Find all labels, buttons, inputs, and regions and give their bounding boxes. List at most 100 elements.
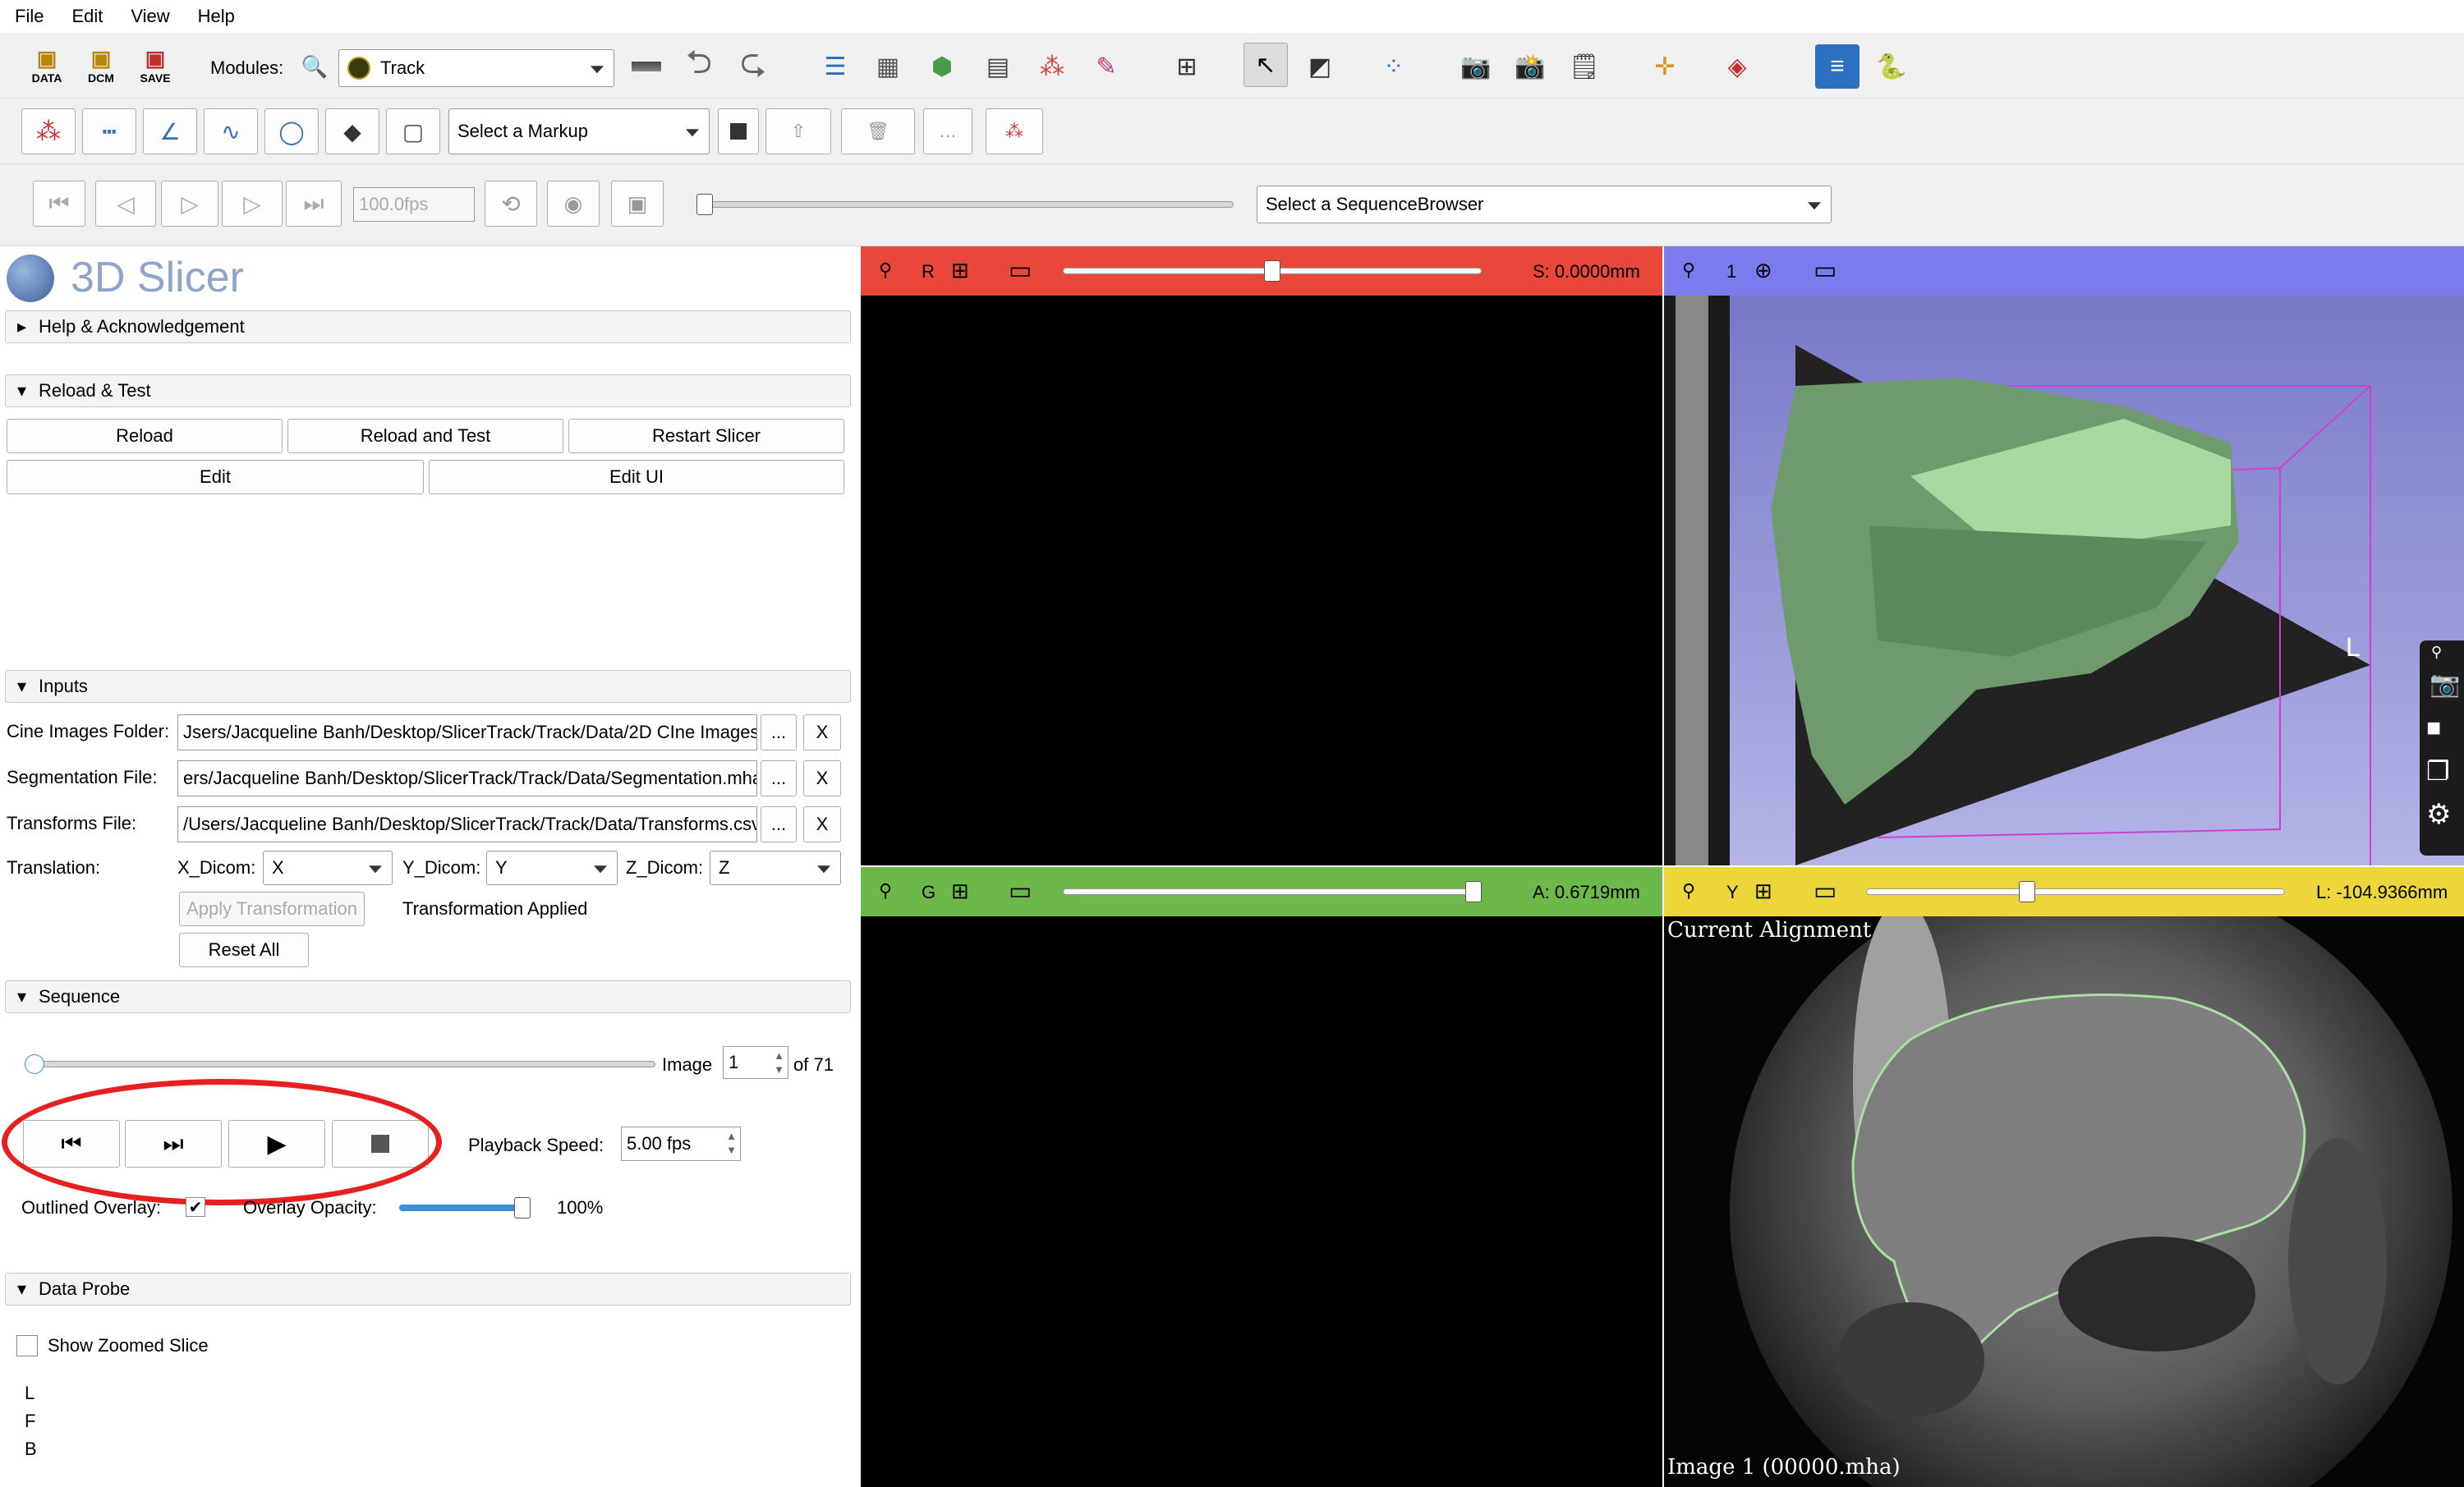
first-frame-icon[interactable]: ⏮ bbox=[33, 181, 85, 227]
delete-markup-icon[interactable]: 🗑 bbox=[841, 108, 915, 154]
scene-view-icon[interactable]: 📸 bbox=[1508, 44, 1552, 89]
edit-button[interactable]: Edit bbox=[7, 460, 424, 494]
image-spinbox[interactable]: 1 ▲ ▼ bbox=[723, 1046, 788, 1079]
gear-icon[interactable]: ⚙ bbox=[2426, 798, 2451, 831]
link-icon[interactable]: ⊞ bbox=[951, 258, 969, 283]
sequence-section-header[interactable]: ▾ Sequence bbox=[5, 980, 851, 1013]
layout-icon[interactable]: ⊞ bbox=[1165, 44, 1209, 89]
image-slider-handle[interactable] bbox=[25, 1054, 44, 1074]
extension-manager-icon[interactable]: ≡ bbox=[1815, 44, 1859, 89]
transforms-clear-button[interactable]: X bbox=[803, 806, 841, 842]
snapshot-icon[interactable]: ▣ bbox=[611, 181, 664, 227]
restart-slicer-button[interactable]: Restart Slicer bbox=[568, 419, 844, 453]
more-options-icon[interactable]: … bbox=[923, 108, 972, 154]
yellow-slice-slider[interactable] bbox=[1866, 888, 2285, 895]
jump-icon[interactable]: ⇧ bbox=[765, 108, 831, 154]
maximize-view-icon[interactable]: ▭ bbox=[1009, 877, 1032, 906]
plane-markup-icon[interactable]: ◆ bbox=[325, 108, 379, 154]
window-level-icon[interactable]: ◩ bbox=[1298, 44, 1342, 89]
reload-button[interactable]: Reload bbox=[7, 419, 283, 453]
record-icon[interactable]: ◉ bbox=[547, 181, 600, 227]
segmentation-browse-button[interactable]: ... bbox=[761, 760, 797, 796]
sequence-toolbar-slider[interactable] bbox=[700, 201, 1234, 208]
center-view-icon[interactable]: ⊕ bbox=[1754, 258, 1772, 283]
menu-file[interactable]: File bbox=[15, 6, 44, 27]
menu-edit[interactable]: Edit bbox=[71, 6, 103, 27]
load-dicom-button[interactable]: ▣ DCM bbox=[79, 43, 123, 87]
apply-transformation-button[interactable]: Apply Transformation bbox=[179, 892, 365, 926]
models-module-icon[interactable]: ⬢ bbox=[920, 44, 964, 89]
playback-speed-spinbox[interactable]: 5.00 fps ▲ ▼ bbox=[621, 1127, 741, 1161]
line-markup-icon[interactable]: ┅ bbox=[82, 108, 136, 154]
editor-module-icon[interactable]: ✎ bbox=[1084, 44, 1129, 89]
menu-view[interactable]: View bbox=[131, 6, 169, 27]
reset-all-button[interactable]: Reset All bbox=[179, 933, 309, 967]
yellow-slice-slider-handle[interactable] bbox=[2019, 881, 2036, 902]
transforms-field[interactable]: /Users/Jacqueline Banh/Desktop/SlicerTra… bbox=[177, 806, 757, 842]
opacity-slider-handle[interactable] bbox=[514, 1197, 531, 1219]
video-icon[interactable]: ■ bbox=[2426, 714, 2441, 742]
pin-icon[interactable]: ⚲ bbox=[2431, 644, 2442, 661]
screenshot-icon[interactable]: 📷 bbox=[1454, 44, 1498, 89]
pin-icon[interactable]: ⚲ bbox=[1682, 880, 1695, 902]
forward-arrow-icon[interactable]: ⮎ bbox=[731, 44, 775, 89]
cine-folder-field[interactable]: Jsers/Jacqueline Banh/Desktop/SlicerTrac… bbox=[177, 714, 757, 750]
cine-browse-button[interactable]: ... bbox=[761, 714, 797, 750]
scene-view-restore-icon[interactable]: 🗒 bbox=[1562, 44, 1607, 89]
z-dicom-select[interactable]: Z bbox=[710, 851, 841, 885]
image-slider[interactable] bbox=[25, 1061, 655, 1067]
crosshair-icon[interactable]: ✛ bbox=[1643, 44, 1687, 89]
threed-view[interactable]: L bbox=[1664, 296, 2464, 865]
back-arrow-icon[interactable]: ⮌ bbox=[677, 44, 721, 89]
module-search-icon[interactable]: 🔍 bbox=[292, 44, 337, 89]
pointer-mode-icon[interactable]: ↖ bbox=[1243, 43, 1288, 87]
closed-curve-icon[interactable]: ◯ bbox=[264, 108, 319, 154]
point-list-icon[interactable]: ⁂ bbox=[21, 108, 76, 154]
data-probe-section-header[interactable]: ▾ Data Probe bbox=[5, 1273, 851, 1306]
menu-help[interactable]: Help bbox=[198, 6, 235, 27]
previous-frame-icon[interactable]: ◁ bbox=[95, 181, 156, 227]
reload-and-test-button[interactable]: Reload and Test bbox=[287, 419, 563, 453]
sequence-toolbar-slider-handle[interactable] bbox=[696, 194, 713, 215]
transform-icon[interactable]: ◈ bbox=[1715, 44, 1759, 89]
layers-icon[interactable]: ❐ bbox=[2426, 755, 2450, 787]
cine-clear-button[interactable]: X bbox=[803, 714, 841, 750]
play-sequence-icon[interactable]: ▷ bbox=[161, 181, 218, 227]
place-mode-icon[interactable] bbox=[718, 108, 759, 154]
maximize-view-icon[interactable]: ▭ bbox=[1814, 877, 1837, 906]
link-icon[interactable]: ⊞ bbox=[951, 879, 969, 904]
markups-module-icon[interactable]: ⁂ bbox=[1030, 44, 1074, 89]
camera-icon[interactable]: 📷 bbox=[2430, 670, 2460, 699]
welcome-module-icon[interactable]: ☰ bbox=[813, 44, 857, 89]
sequence-browser-selector[interactable]: Select a SequenceBrowser bbox=[1257, 186, 1832, 223]
last-frame-icon[interactable]: ⏭ bbox=[286, 181, 342, 227]
y-dicom-select[interactable]: Y bbox=[486, 851, 618, 885]
markup-settings-icon[interactable]: ⁂ bbox=[986, 108, 1043, 154]
curve-markup-icon[interactable]: ∿ bbox=[204, 108, 258, 154]
transforms-browse-button[interactable]: ... bbox=[761, 806, 797, 842]
data-module-icon[interactable]: ▦ bbox=[866, 44, 910, 89]
inputs-section-header[interactable]: ▾ Inputs bbox=[5, 670, 851, 703]
angle-markup-icon[interactable]: ∠ bbox=[143, 108, 197, 154]
next-frame-icon[interactable]: ▷ bbox=[222, 181, 283, 227]
python-console-icon[interactable]: 🐍 bbox=[1869, 44, 1914, 89]
segmentation-field[interactable]: ers/Jacqueline Banh/Desktop/SlicerTrack/… bbox=[177, 760, 757, 796]
maximize-view-icon[interactable]: ▭ bbox=[1814, 256, 1837, 285]
segmentation-clear-button[interactable]: X bbox=[803, 760, 841, 796]
reload-section-header[interactable]: ▾ Reload & Test bbox=[5, 374, 851, 407]
green-slice-slider-handle[interactable] bbox=[1465, 881, 1482, 902]
green-slice-view[interactable] bbox=[861, 916, 1662, 1487]
loop-icon[interactable]: ⟲ bbox=[485, 181, 537, 227]
pin-icon[interactable]: ⚲ bbox=[879, 880, 892, 902]
fps-spinbox[interactable]: 100.0fps bbox=[353, 187, 475, 222]
link-icon[interactable]: ⊞ bbox=[1754, 879, 1772, 904]
pin-icon[interactable]: ⚲ bbox=[1682, 259, 1695, 281]
green-slice-slider[interactable] bbox=[1063, 888, 1482, 895]
save-button[interactable]: ▣ SAVE bbox=[133, 43, 177, 87]
maximize-view-icon[interactable]: ▭ bbox=[1009, 256, 1032, 285]
roi-markup-icon[interactable]: ▢ bbox=[386, 108, 440, 154]
volumes-module-icon[interactable]: ▤ bbox=[976, 44, 1020, 89]
crosshair-settings-icon[interactable]: ⁘ bbox=[1372, 44, 1416, 89]
red-slice-view[interactable] bbox=[861, 296, 1662, 865]
markup-selector[interactable]: Select a Markup bbox=[448, 108, 710, 154]
